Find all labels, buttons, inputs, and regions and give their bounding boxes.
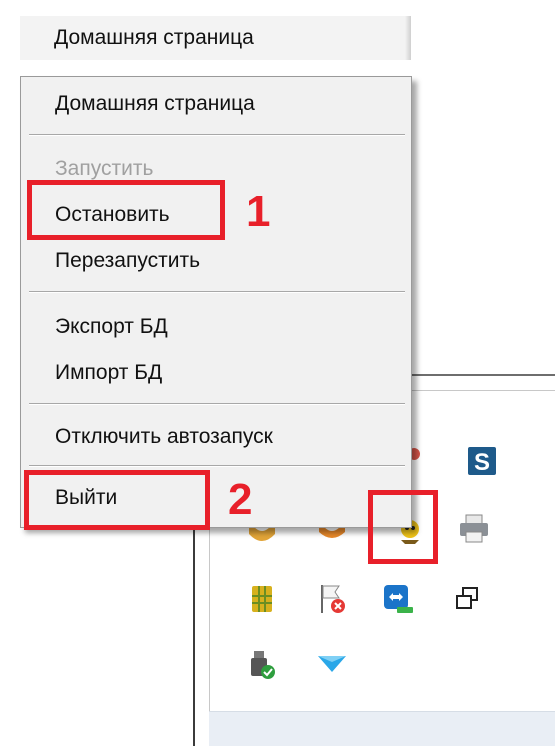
- context-menu-upper: Домашняя страница: [20, 16, 411, 60]
- step-number-1: 1: [246, 187, 271, 236]
- menu-item-home[interactable]: Домашняя страница: [55, 88, 255, 120]
- context-menu: Домашняя страница Запустить Остановить П…: [20, 76, 412, 528]
- menu-item-restart[interactable]: Перезапустить: [55, 245, 200, 277]
- highlight-stop-box: [27, 180, 225, 240]
- windows-copy-icon[interactable]: [451, 582, 485, 616]
- svg-text:S: S: [474, 449, 490, 476]
- tray-red-partial-icon[interactable]: [408, 444, 444, 478]
- highlight-tray-icon-box: [368, 490, 438, 564]
- menu-separator: [29, 291, 405, 293]
- menu-separator: [29, 403, 405, 405]
- teamviewer-icon[interactable]: [381, 582, 415, 616]
- menu-item-import-db[interactable]: Импорт БД: [55, 357, 162, 389]
- printer-icon[interactable]: [457, 512, 491, 546]
- menu-item-disable-autostart[interactable]: Отключить автозапуск: [55, 421, 273, 453]
- menu-separator: [29, 465, 405, 467]
- highlight-exit-box: [24, 470, 210, 530]
- sandbox-s-icon[interactable]: S: [465, 444, 499, 478]
- usb-safe-remove-icon[interactable]: [245, 648, 279, 682]
- step-number-2: 2: [228, 475, 253, 524]
- menu-item-home-upper[interactable]: Домашняя страница: [54, 22, 254, 54]
- arrow-down-icon[interactable]: [315, 648, 349, 682]
- sim-chip-icon[interactable]: [245, 582, 279, 616]
- menu-item-export-db[interactable]: Экспорт БД: [55, 311, 168, 343]
- flag-error-icon[interactable]: [315, 582, 349, 616]
- menu-separator: [29, 134, 405, 136]
- tray-footer: [209, 711, 555, 746]
